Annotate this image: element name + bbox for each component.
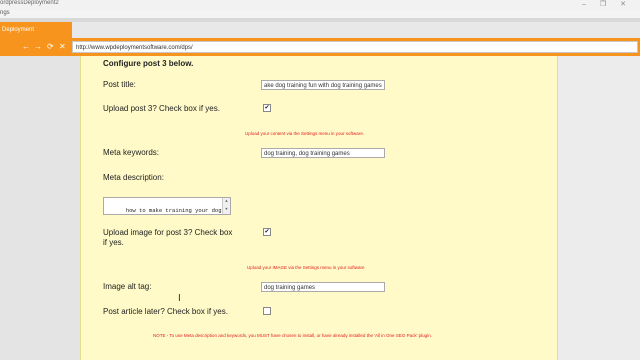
image-note: Upload your IMAGE via the Settings menu … <box>247 265 365 270</box>
left-margin <box>0 56 80 360</box>
upload-post-checkbox[interactable]: ✔ <box>263 104 271 112</box>
right-margin <box>557 56 640 360</box>
reload-icon[interactable]: ⟳ <box>47 42 54 51</box>
menu-bar: ngs <box>0 10 640 18</box>
back-icon[interactable]: ← <box>22 42 30 51</box>
post-later-checkbox[interactable] <box>263 307 271 315</box>
nav-bar: ← → ⟳ ✕ http://www.wpdeploymentsoftware.… <box>0 38 640 56</box>
meta-description-text: how to make training your dog fun with d… <box>125 207 222 214</box>
post-title-input[interactable]: ake dog training fun with dog training g… <box>261 80 385 90</box>
meta-description-label: Meta description: <box>103 173 164 182</box>
post-title-label: Post title: <box>103 80 136 89</box>
tab-deployment[interactable]: Deployment <box>0 22 72 38</box>
form-header: Configure post 3 below. <box>103 59 194 68</box>
menu-item[interactable]: ngs <box>0 10 10 16</box>
post-later-label: Post article later? Check box if yes. <box>103 307 228 316</box>
forward-icon[interactable]: → <box>34 42 42 51</box>
tab-bar: Deployment <box>0 22 640 39</box>
page-viewport: Configure post 3 below. Post title: ake … <box>0 56 640 360</box>
window-controls[interactable]: – ❐ ✕ <box>582 0 632 8</box>
mouse-cursor-icon: I <box>178 293 181 304</box>
image-alt-input[interactable]: dog training games <box>261 282 385 292</box>
upload-image-checkbox[interactable]: ✔ <box>263 228 271 236</box>
address-bar[interactable]: http://www.wpdeploymentsoftware.com/dps/ <box>72 41 638 53</box>
footer-note: NOTE - To use Meta description and keywo… <box>153 333 432 338</box>
stop-icon[interactable]: ✕ <box>59 42 66 51</box>
form-panel: Configure post 3 below. Post title: ake … <box>80 56 558 360</box>
upload-image-label-line2: if yes. <box>103 238 124 247</box>
meta-description-textarea[interactable]: how to make training your dog fun with d… <box>103 197 231 215</box>
upload-image-label-line1: Upload image for post 3? Check box <box>103 228 233 237</box>
image-alt-label: Image alt tag: <box>103 282 152 291</box>
upload-post-label: Upload post 3? Check box if yes. <box>103 104 220 113</box>
title-bar: ordpressDeployment2 – ❐ ✕ <box>0 0 640 10</box>
meta-keywords-input[interactable]: dog training, dog training games <box>261 148 385 158</box>
upload-note: Upload your content via the Settings men… <box>245 131 365 136</box>
window-title: ordpressDeployment2 <box>0 0 59 6</box>
textarea-scrollbar[interactable]: ▲ ▼ <box>222 198 230 214</box>
meta-keywords-label: Meta keywords: <box>103 148 160 157</box>
